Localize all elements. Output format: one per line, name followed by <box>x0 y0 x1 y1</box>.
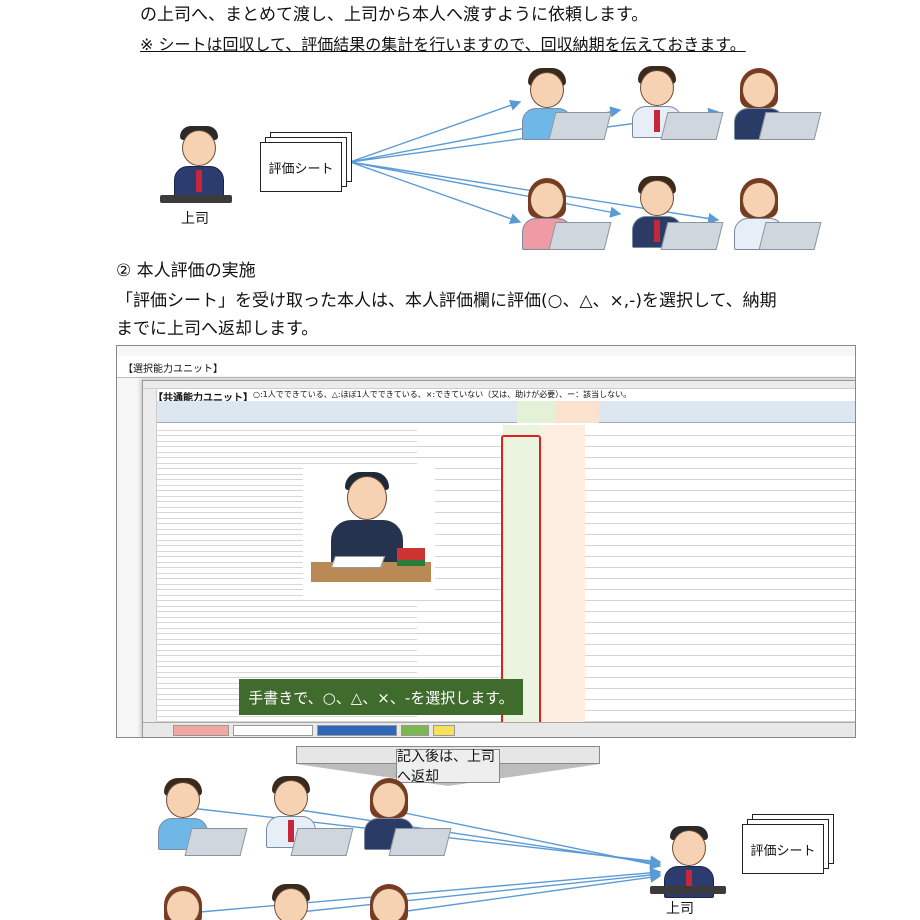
laptop-icon <box>548 112 612 140</box>
laptop-icon <box>388 828 452 856</box>
table-header-row <box>157 401 855 423</box>
boss-label: 上司 <box>181 211 209 227</box>
evaluation-sheet-label: 評価シート <box>260 142 342 192</box>
sheet-tab[interactable] <box>401 725 429 736</box>
section-heading: ② 本人評価の実施 <box>116 261 256 281</box>
employee-writing-illustration <box>303 466 435 598</box>
sheet-tab-bar <box>143 722 855 737</box>
section-body-line2: までに上司へ返却します。 <box>116 319 319 339</box>
evaluation-sheet-label: 評価シート <box>742 824 824 874</box>
front-sheet: 【共通能力ユニット】 ○:1人でできている、△:ほぼ1人でできている、×:できて… <box>142 380 855 737</box>
sheet-tab[interactable] <box>433 725 455 736</box>
sheet-tab[interactable] <box>173 725 229 736</box>
row-number-bar <box>143 389 157 722</box>
evaluation-spreadsheet: 【選択能力ユニット】 【共通能力ユニット】 ○:1人でできている、△:ほぼ1人で… <box>116 345 856 738</box>
evaluation-sheet-stack: 評価シート <box>260 132 352 194</box>
rating-legend: ○:1人でできている、△:ほぼ1人でできている、×:できていない（又は、助けが必… <box>253 390 632 399</box>
laptop-icon <box>758 222 822 250</box>
column-header-bar <box>143 381 855 389</box>
section-body-line1: 「評価シート」を受け取った本人は、本人評価欄に評価(○、△、×,-)を選択して、… <box>116 291 777 311</box>
laptop-icon <box>548 222 612 250</box>
employee-figure <box>150 886 216 920</box>
sheet-tab[interactable] <box>233 725 313 736</box>
laptop-icon <box>660 222 724 250</box>
laptop-icon <box>184 828 248 856</box>
boss-desk <box>160 195 232 203</box>
laptop-icon <box>660 112 724 140</box>
employee-figure <box>258 884 324 920</box>
return-banner: 記入後は、上司へ返却 <box>296 746 600 786</box>
boss-figure <box>166 126 232 198</box>
laptop-icon <box>758 112 822 140</box>
laptop-icon <box>290 828 354 856</box>
evaluation-sheet-stack: 評価シート <box>742 814 834 876</box>
supervisor-evaluation-column <box>541 425 585 722</box>
handwrite-callout: 手書きで、○、△、×、-を選択します。 <box>239 679 523 715</box>
boss-desk <box>650 886 726 894</box>
employee-figure <box>356 884 422 920</box>
sheet-tab[interactable] <box>317 725 397 736</box>
boss-label: 上司 <box>666 901 694 917</box>
back-sheet-title: 【選択能力ユニット】 <box>117 356 855 378</box>
